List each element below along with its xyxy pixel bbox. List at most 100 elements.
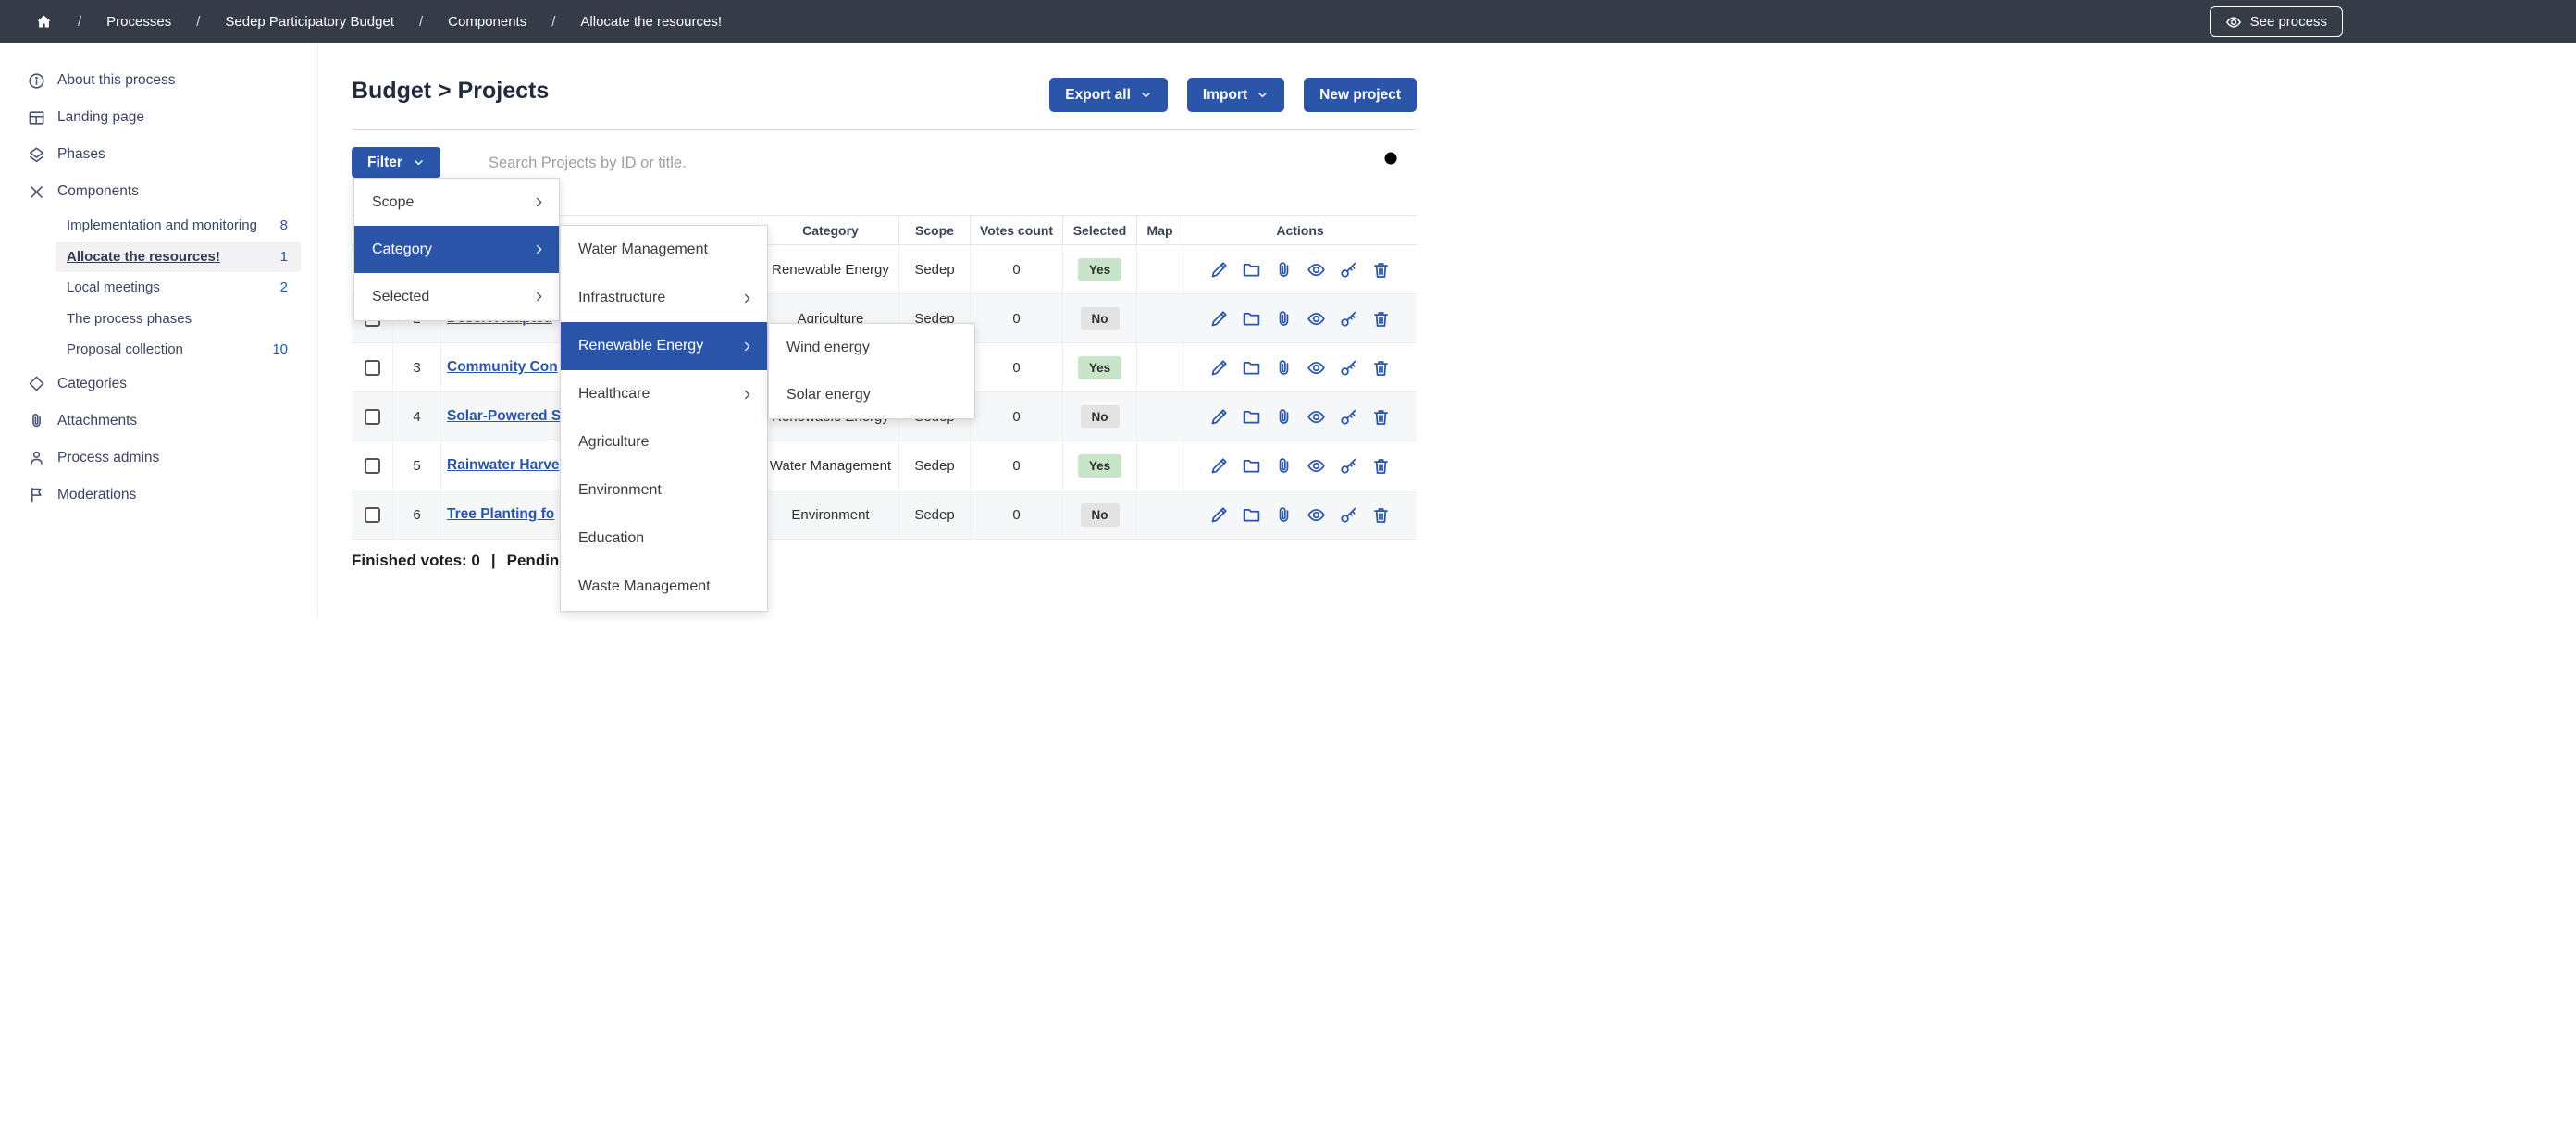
menu-item-education[interactable]: Education: [561, 515, 767, 563]
sidebar-item-the-process-phases[interactable]: The process phases: [56, 304, 301, 335]
sidebar-item-components[interactable]: Components: [0, 173, 317, 210]
menu-item-waste-management[interactable]: Waste Management: [561, 563, 767, 611]
filter-button[interactable]: Filter: [352, 147, 440, 178]
breadcrumb-item-sedep-participatory-budget[interactable]: Sedep Participatory Budget: [225, 14, 394, 30]
menu-item-wind-energy[interactable]: Wind energy: [769, 324, 974, 371]
action-folder-button[interactable]: [1242, 505, 1261, 525]
row-checkbox[interactable]: [365, 507, 380, 523]
action-preview-button[interactable]: [1307, 505, 1326, 525]
project-title-link[interactable]: Tree Planting fo: [447, 506, 554, 523]
action-folder-button[interactable]: [1242, 358, 1261, 378]
sidebar-item-landing-page[interactable]: Landing page: [0, 99, 317, 136]
breadcrumb-separator: /: [196, 14, 200, 30]
menu-item-water-management[interactable]: Water Management: [561, 226, 767, 274]
menu-item-environment[interactable]: Environment: [561, 466, 767, 515]
action-attachments-button[interactable]: [1274, 309, 1294, 329]
action-delete-button[interactable]: [1371, 456, 1391, 476]
action-delete-button[interactable]: [1371, 407, 1391, 427]
action-attachments-button[interactable]: [1274, 260, 1294, 279]
menu-item-solar-energy[interactable]: Solar energy: [769, 371, 974, 418]
breadcrumb-item-processes[interactable]: Processes: [106, 14, 171, 30]
action-delete-button[interactable]: [1371, 260, 1391, 279]
action-preview-button[interactable]: [1307, 407, 1326, 427]
action-edit-button[interactable]: [1209, 456, 1229, 476]
sidebar-item-moderations[interactable]: Moderations: [0, 477, 317, 514]
action-permissions-button[interactable]: [1339, 505, 1358, 525]
menu-item-label: Waste Management: [578, 578, 711, 595]
project-votes: 0: [970, 245, 1062, 293]
action-attachments-button[interactable]: [1274, 358, 1294, 378]
action-preview-button[interactable]: [1307, 456, 1326, 476]
project-map: [1136, 294, 1183, 342]
search-input[interactable]: [487, 149, 1301, 177]
sidebar-item-categories[interactable]: Categories: [0, 366, 317, 403]
breadcrumb-item-allocate-the-resources[interactable]: Allocate the resources!: [580, 14, 722, 30]
action-edit-button[interactable]: [1209, 309, 1229, 329]
menu-item-agriculture[interactable]: Agriculture: [561, 418, 767, 466]
sidebar-item-process-admins[interactable]: Process admins: [0, 440, 317, 477]
sidebar-item-attachments[interactable]: Attachments: [0, 403, 317, 440]
action-delete-button[interactable]: [1371, 358, 1391, 378]
menu-item-scope[interactable]: Scope: [354, 179, 559, 226]
action-edit-button[interactable]: [1209, 358, 1229, 378]
column-header-votes: Votes count: [970, 216, 1062, 244]
project-map: [1136, 343, 1183, 391]
project-category: Renewable Energy: [762, 245, 898, 293]
action-folder-button[interactable]: [1242, 260, 1261, 279]
sidebar-item-label: Proposal collection: [67, 341, 183, 357]
sidebar-item-about-this-process[interactable]: About this process: [0, 62, 317, 99]
menu-item-label: Agriculture: [578, 434, 649, 451]
action-permissions-button[interactable]: [1339, 260, 1358, 279]
see-process-button[interactable]: See process: [2210, 6, 2343, 37]
home-icon[interactable]: [35, 13, 53, 31]
menu-item-category[interactable]: Category: [354, 226, 559, 273]
new-project-button[interactable]: New project: [1304, 78, 1417, 112]
row-checkbox[interactable]: [365, 409, 380, 425]
project-title-link[interactable]: Community Con: [447, 359, 558, 376]
action-edit-button[interactable]: [1209, 407, 1229, 427]
see-process-label: See process: [2250, 14, 2327, 30]
project-id: 6: [392, 490, 440, 539]
row-checkbox[interactable]: [365, 458, 380, 474]
project-id: 5: [392, 441, 440, 490]
column-header-map: Map: [1136, 216, 1183, 244]
action-preview-button[interactable]: [1307, 309, 1326, 329]
menu-item-renewable-energy[interactable]: Renewable Energy: [561, 322, 767, 370]
action-attachments-button[interactable]: [1274, 505, 1294, 525]
search-icon[interactable]: [1381, 149, 1403, 170]
action-delete-button[interactable]: [1371, 309, 1391, 329]
project-scope: Sedep: [898, 441, 970, 490]
column-header-category: Category: [762, 216, 898, 244]
menu-item-label: Scope: [372, 194, 414, 211]
action-permissions-button[interactable]: [1339, 407, 1358, 427]
action-permissions-button[interactable]: [1339, 358, 1358, 378]
action-permissions-button[interactable]: [1339, 456, 1358, 476]
action-edit-button[interactable]: [1209, 260, 1229, 279]
sidebar-item-implementation-and-monitoring[interactable]: Implementation and monitoring8: [56, 210, 301, 242]
sidebar-item-local-meetings[interactable]: Local meetings2: [56, 272, 301, 304]
sidebar-item-phases[interactable]: Phases: [0, 136, 317, 173]
action-folder-button[interactable]: [1242, 456, 1261, 476]
export-all-button[interactable]: Export all: [1049, 78, 1168, 112]
project-title-link[interactable]: Solar-Powered S: [447, 408, 561, 425]
menu-item-healthcare[interactable]: Healthcare: [561, 370, 767, 418]
action-preview-button[interactable]: [1307, 358, 1326, 378]
import-label: Import: [1203, 87, 1247, 104]
action-permissions-button[interactable]: [1339, 309, 1358, 329]
action-folder-button[interactable]: [1242, 309, 1261, 329]
chevron-down-icon: [1140, 89, 1152, 101]
menu-item-infrastructure[interactable]: Infrastructure: [561, 274, 767, 322]
action-delete-button[interactable]: [1371, 505, 1391, 525]
action-folder-button[interactable]: [1242, 407, 1261, 427]
project-title-link[interactable]: Rainwater Harve: [447, 457, 559, 474]
action-preview-button[interactable]: [1307, 260, 1326, 279]
action-attachments-button[interactable]: [1274, 456, 1294, 476]
breadcrumb-item-components[interactable]: Components: [448, 14, 526, 30]
action-attachments-button[interactable]: [1274, 407, 1294, 427]
action-edit-button[interactable]: [1209, 505, 1229, 525]
row-checkbox[interactable]: [365, 360, 380, 376]
sidebar-item-allocate-the-resources[interactable]: Allocate the resources!1: [56, 242, 301, 273]
import-button[interactable]: Import: [1187, 78, 1284, 112]
sidebar-item-proposal-collection[interactable]: Proposal collection10: [56, 334, 301, 366]
menu-item-selected[interactable]: Selected: [354, 273, 559, 320]
